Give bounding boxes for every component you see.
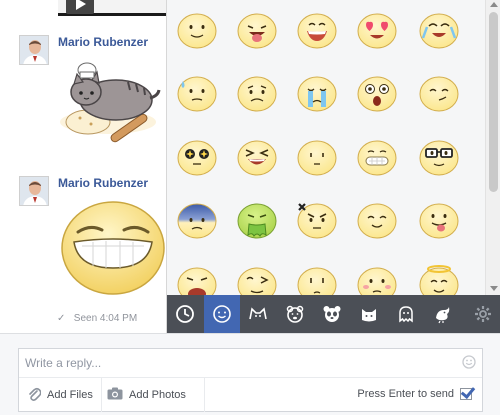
content-sticker[interactable] [355, 200, 399, 240]
wink-smirk-sticker[interactable] [417, 73, 461, 113]
sticker-grid [167, 0, 485, 295]
paperclip-icon [27, 386, 47, 405]
ghost-icon[interactable] [388, 295, 424, 333]
reply-input[interactable] [19, 349, 482, 377]
big-grin-emoji-sticker[interactable] [60, 198, 166, 303]
scared-blue-sticker[interactable] [175, 200, 219, 240]
chat-history: Mario Rubenzer Mario Rubenzer ✓ Seen 4:0… [0, 0, 168, 335]
message: Mario Rubenzer [0, 170, 168, 310]
avatar[interactable] [19, 35, 49, 65]
scroll-up-arrow-icon[interactable] [490, 2, 498, 7]
composer: Add Files Add Photos Press Enter to send [0, 333, 500, 415]
chat-window: Mario Rubenzer Mario Rubenzer ✓ Seen 4:0… [0, 0, 500, 415]
scroll-down-arrow-icon[interactable] [490, 286, 498, 291]
add-files-label: Add Files [47, 389, 93, 401]
composer-actions: Add Files Add Photos Press Enter to send [19, 377, 482, 412]
sender-name[interactable]: Mario Rubenzer [58, 176, 148, 190]
pusheen-baker-sticker[interactable] [58, 52, 163, 162]
pout-sticker[interactable] [295, 264, 339, 295]
composer-box: Add Files Add Photos Press Enter to send [18, 348, 483, 412]
cheeky-sticker[interactable] [417, 200, 461, 240]
happy-cry-sticker[interactable] [417, 10, 461, 50]
checkmark-icon: ✓ [57, 313, 66, 324]
angry-sticker[interactable] [295, 200, 339, 240]
heart-eyes-sticker[interactable] [355, 10, 399, 50]
sticker-pack-toolbar [167, 295, 500, 333]
add-photos-button[interactable]: Add Photos [107, 378, 205, 412]
shout-sticker[interactable] [175, 264, 219, 295]
message: Mario Rubenzer [0, 0, 168, 170]
grimace-sticker[interactable] [355, 137, 399, 177]
sticker-panel [166, 0, 500, 333]
squint-laugh-sticker[interactable] [235, 137, 279, 177]
blank-sticker[interactable] [295, 137, 339, 177]
cat-face-icon[interactable] [240, 295, 276, 333]
bird-icon[interactable] [425, 295, 461, 333]
emoji-picker-icon[interactable] [462, 355, 476, 374]
crying-sticker[interactable] [295, 73, 339, 113]
sender-name[interactable]: Mario Rubenzer [58, 35, 148, 49]
star-eyes-sticker[interactable] [175, 137, 219, 177]
add-photos-label: Add Photos [129, 389, 186, 401]
gear-icon[interactable] [465, 295, 500, 333]
sick-green-sticker[interactable] [235, 200, 279, 240]
smile-sticker[interactable] [175, 10, 219, 50]
wink-sticker[interactable] [235, 264, 279, 295]
grin-sticker[interactable] [295, 10, 339, 50]
tongue-out-sticker[interactable] [235, 10, 279, 50]
camera-icon [107, 387, 129, 403]
blush-sticker[interactable] [355, 264, 399, 295]
scroll-thumb[interactable] [489, 12, 498, 192]
enter-to-send-label: Press Enter to send [357, 388, 454, 400]
smiley-face-icon[interactable] [204, 295, 240, 333]
clock-icon[interactable] [167, 295, 203, 333]
white-cat-icon[interactable] [351, 295, 387, 333]
nerd-glasses-sticker[interactable] [417, 137, 461, 177]
bear-face-icon[interactable] [277, 295, 313, 333]
seen-status: ✓ Seen 4:04 PM [57, 313, 137, 324]
sad-sticker[interactable] [235, 73, 279, 113]
enter-to-send-checkbox[interactable] [460, 388, 472, 400]
shocked-sticker[interactable] [355, 73, 399, 113]
seen-text: Seen 4:04 PM [73, 313, 138, 324]
angel-sticker[interactable] [417, 264, 461, 295]
sweat-sticker[interactable] [175, 73, 219, 113]
add-files-button[interactable]: Add Files [27, 378, 102, 412]
scrollbar[interactable] [485, 0, 500, 295]
panda-face-icon[interactable] [314, 295, 350, 333]
avatar[interactable] [19, 176, 49, 206]
